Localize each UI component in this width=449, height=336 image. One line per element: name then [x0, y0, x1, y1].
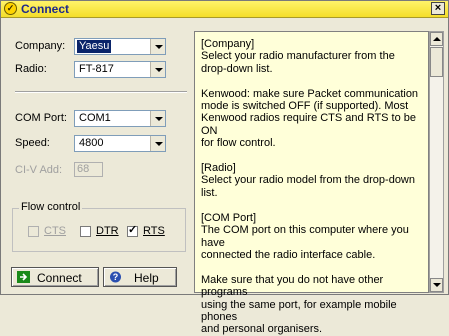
- title-bar[interactable]: ✓ Connect ×: [1, 1, 448, 18]
- dtr-label[interactable]: DTR: [96, 225, 119, 237]
- help-panel[interactable]: [Company] Select your radio manufacturer…: [194, 31, 429, 335]
- flow-control-title: Flow control: [19, 201, 83, 213]
- svg-text:?: ?: [113, 272, 119, 282]
- connect-dialog: ✓ Connect × Company: Yaesu Radio: FT-817…: [0, 0, 449, 335]
- help-icon: ?: [110, 271, 121, 283]
- company-select[interactable]: Yaesu: [74, 38, 166, 55]
- civ-address-field: 68: [74, 162, 103, 177]
- help-button[interactable]: ? Help: [103, 267, 177, 287]
- connect-button-label: Connect: [37, 271, 82, 285]
- com-port-select[interactable]: COM1: [74, 110, 166, 127]
- scroll-up-button[interactable]: [430, 32, 443, 46]
- help-scrollbar[interactable]: [429, 31, 444, 293]
- help-button-label: Help: [134, 271, 159, 285]
- cts-label: CTS: [44, 225, 66, 237]
- speed-value: 4800: [79, 137, 104, 149]
- radio-label: Radio:: [15, 63, 47, 75]
- chevron-down-icon[interactable]: [150, 62, 165, 77]
- com-port-value: COM1: [79, 112, 111, 124]
- dialog-title: Connect: [21, 2, 69, 16]
- cts-checkbox: [28, 226, 39, 237]
- speed-select[interactable]: 4800: [74, 135, 166, 152]
- dtr-checkbox[interactable]: [80, 226, 91, 237]
- chevron-down-icon[interactable]: [150, 136, 165, 151]
- checkmark-icon: ✓: [128, 224, 138, 236]
- connect-icon: ✓: [4, 2, 17, 15]
- speed-label: Speed:: [15, 137, 50, 149]
- company-label: Company:: [15, 40, 66, 52]
- scroll-thumb[interactable]: [430, 47, 443, 77]
- scroll-down-button[interactable]: [430, 278, 443, 292]
- arrow-right-icon: [17, 271, 30, 283]
- radio-value: FT-817: [79, 63, 114, 75]
- company-value: Yaesu: [77, 40, 112, 53]
- com-port-label: COM Port:: [15, 112, 67, 124]
- rts-checkbox[interactable]: ✓: [127, 224, 138, 237]
- connect-button[interactable]: Connect: [11, 267, 99, 287]
- close-button[interactable]: ×: [431, 2, 445, 15]
- chevron-down-icon[interactable]: [150, 111, 165, 126]
- rts-label[interactable]: RTS: [143, 225, 165, 237]
- separator: [15, 91, 187, 93]
- chevron-down-icon[interactable]: [150, 39, 165, 54]
- civ-label: CI-V Add:: [15, 164, 63, 176]
- help-text: [Company] Select your radio manufacturer…: [201, 38, 419, 336]
- radio-select[interactable]: FT-817: [74, 61, 166, 78]
